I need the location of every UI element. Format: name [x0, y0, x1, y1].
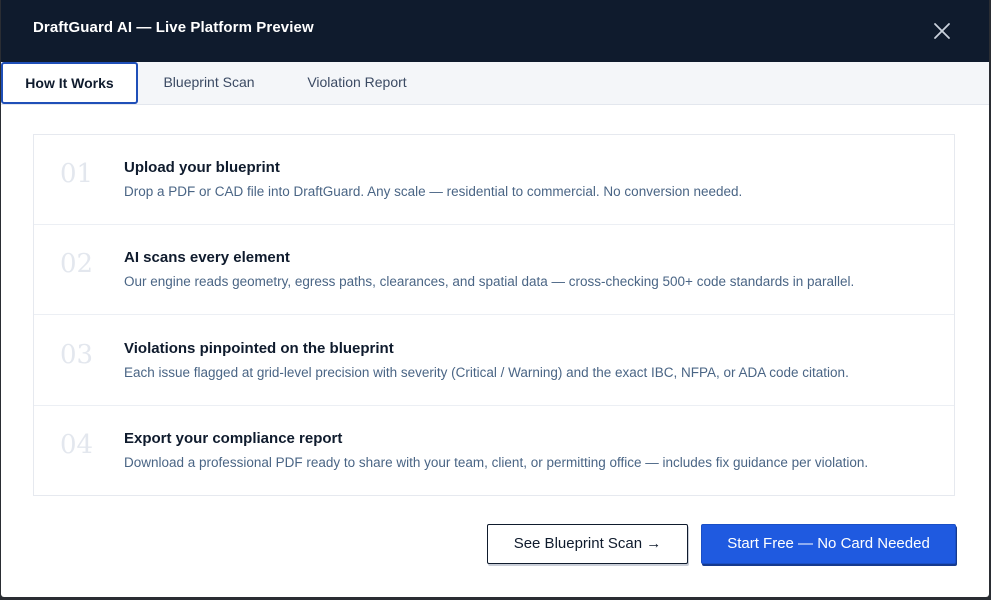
- step-item: 02 AI scans every element Our engine rea…: [34, 225, 954, 315]
- tab-blueprint-scan[interactable]: Blueprint Scan: [141, 62, 277, 102]
- step-title: AI scans every element: [124, 249, 290, 266]
- modal-header: DraftGuard AI — Live Platform Preview: [1, 0, 989, 62]
- modal-title: DraftGuard AI — Live Platform Preview: [33, 19, 314, 36]
- step-description: Each issue flagged at grid-level precisi…: [124, 365, 849, 380]
- step-item: 03 Violations pinpointed on the blueprin…: [34, 316, 954, 406]
- start-free-button[interactable]: Start Free — No Card Needed: [701, 524, 956, 564]
- tab-how-it-works[interactable]: How It Works: [1, 62, 138, 104]
- step-title: Upload your blueprint: [124, 159, 280, 176]
- step-number: 01: [60, 159, 94, 189]
- step-title: Violations pinpointed on the blueprint: [124, 340, 394, 357]
- close-button[interactable]: [927, 16, 957, 46]
- step-item: 04 Export your compliance report Downloa…: [34, 406, 954, 496]
- close-icon: [934, 23, 950, 39]
- step-description: Drop a PDF or CAD file into DraftGuard. …: [124, 184, 743, 199]
- tab-violation-report[interactable]: Violation Report: [291, 62, 423, 102]
- step-item: 01 Upload your blueprint Drop a PDF or C…: [34, 135, 954, 225]
- step-number: 02: [60, 249, 94, 279]
- step-description: Download a professional PDF ready to sha…: [124, 455, 869, 470]
- step-number: 04: [60, 430, 94, 460]
- tab-bar: How It Works Blueprint Scan Violation Re…: [1, 62, 989, 105]
- steps-list: 01 Upload your blueprint Drop a PDF or C…: [33, 134, 955, 496]
- step-number: 03: [60, 340, 94, 370]
- step-description: Our engine reads geometry, egress paths,…: [124, 274, 855, 289]
- see-blueprint-scan-button[interactable]: See Blueprint Scan →: [487, 524, 688, 564]
- preview-modal: DraftGuard AI — Live Platform Preview Ho…: [1, 0, 989, 597]
- step-title: Export your compliance report: [124, 430, 343, 447]
